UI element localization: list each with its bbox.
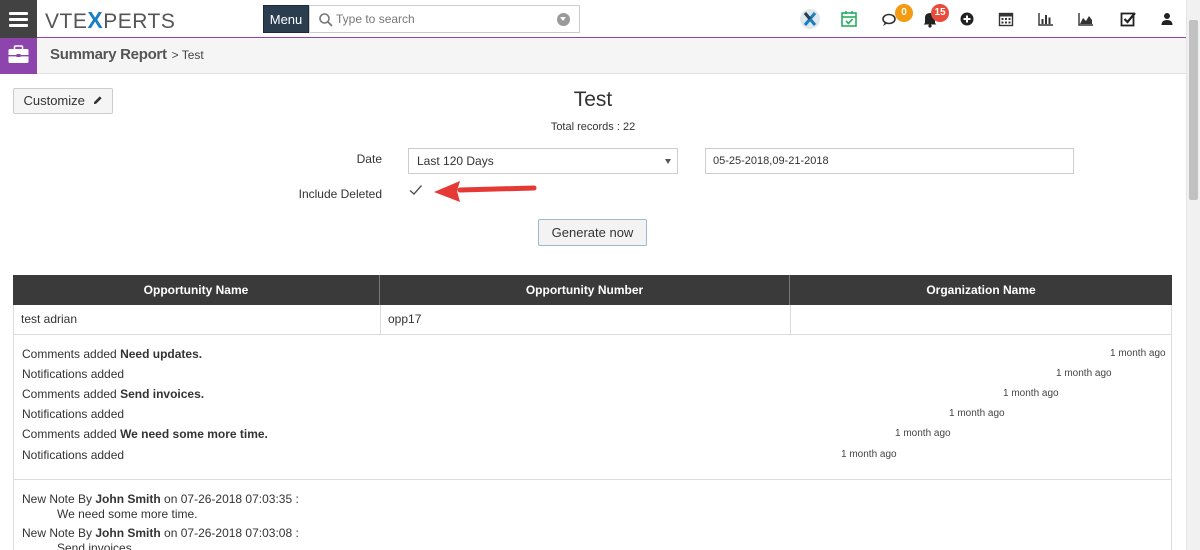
cell-opportunity-number: opp17	[381, 305, 791, 334]
report-title: Test	[573, 88, 613, 111]
search-dropdown-icon[interactable]	[557, 13, 570, 26]
briefcase-icon[interactable]	[0, 38, 37, 74]
include-deleted-label: Include Deleted	[298, 187, 382, 201]
column-header-opportunity-name[interactable]: Opportunity Name	[13, 275, 380, 305]
user-icon[interactable]	[1157, 9, 1177, 29]
sub-header: Summary Report > Test	[0, 38, 1186, 74]
note-body: We need some more time.	[57, 507, 198, 521]
update-time: 1 month ago	[841, 449, 897, 460]
updates-list: Comments added Need updates. 1 month ago…	[13, 334, 1172, 480]
notes-list: New Note By John Smith on 07-26-2018 07:…	[13, 480, 1172, 550]
date-range-input[interactable]: 05-25-2018,09-21-2018	[705, 148, 1074, 174]
cell-organization-name	[791, 305, 1171, 334]
update-time: 1 month ago	[895, 428, 951, 439]
calendar-icon[interactable]	[996, 9, 1016, 29]
red-arrow-annotation	[434, 181, 537, 202]
table-row[interactable]: test adrian opp17	[13, 305, 1172, 335]
update-item: Notifications added	[22, 367, 125, 381]
generate-now-button[interactable]: Generate now	[538, 219, 647, 246]
breadcrumb: Summary Report > Test	[50, 46, 204, 63]
area-chart-icon[interactable]	[1076, 9, 1096, 29]
note-body: Send invoices.	[57, 541, 136, 550]
update-item: Notifications added	[22, 407, 125, 421]
global-search[interactable]	[309, 5, 580, 33]
update-time: 1 month ago	[949, 408, 1005, 419]
top-bar: VTEXPERTS Menu 0 15	[0, 0, 1186, 38]
date-filter-select[interactable]: Last 120 Days	[408, 148, 678, 174]
note-header: New Note By John Smith on 07-26-2018 07:…	[22, 492, 299, 506]
total-records: Total records : 22	[550, 121, 636, 133]
scrollbar-thumb[interactable]	[1189, 20, 1198, 200]
include-deleted-checkbox[interactable]	[408, 182, 424, 198]
vtexperts-app-icon[interactable]	[799, 8, 821, 30]
note-header: New Note By John Smith on 07-26-2018 07:…	[22, 526, 299, 540]
cell-opportunity-name[interactable]: test adrian	[14, 305, 381, 334]
calendar-check-icon[interactable]	[839, 9, 859, 29]
search-icon	[319, 13, 333, 27]
update-time: 1 month ago	[1110, 348, 1166, 359]
update-time: 1 month ago	[1003, 388, 1059, 399]
date-label: Date	[356, 152, 382, 166]
search-input[interactable]	[336, 10, 551, 28]
update-time: 1 month ago	[1056, 368, 1112, 379]
bar-chart-icon[interactable]	[1036, 9, 1056, 29]
task-checkbox-icon[interactable]	[1118, 9, 1138, 29]
notification-badge: 15	[931, 4, 949, 22]
chat-badge: 0	[895, 4, 913, 22]
vtexperts-logo[interactable]: VTEXPERTS	[45, 7, 175, 34]
page-scrollbar[interactable]	[1186, 0, 1200, 550]
update-item: Comments added We need some more time.	[22, 427, 268, 441]
table-header: Opportunity Name Opportunity Number Orga…	[13, 275, 1172, 305]
hamburger-menu-icon[interactable]	[0, 0, 37, 38]
column-header-organization-name[interactable]: Organization Name	[790, 275, 1172, 305]
breadcrumb-separator: >	[171, 48, 179, 62]
breadcrumb-module-link[interactable]: Summary Report	[50, 46, 167, 63]
column-header-opportunity-number[interactable]: Opportunity Number	[380, 275, 790, 305]
update-item: Notifications added	[22, 448, 125, 462]
report-table: Opportunity Name Opportunity Number Orga…	[13, 275, 1172, 335]
menu-button[interactable]: Menu	[263, 5, 309, 33]
add-circle-icon[interactable]	[957, 9, 977, 29]
update-item: Comments added Need updates.	[22, 347, 203, 361]
update-item: Comments added Send invoices.	[22, 387, 205, 401]
breadcrumb-current: Test	[181, 48, 204, 62]
